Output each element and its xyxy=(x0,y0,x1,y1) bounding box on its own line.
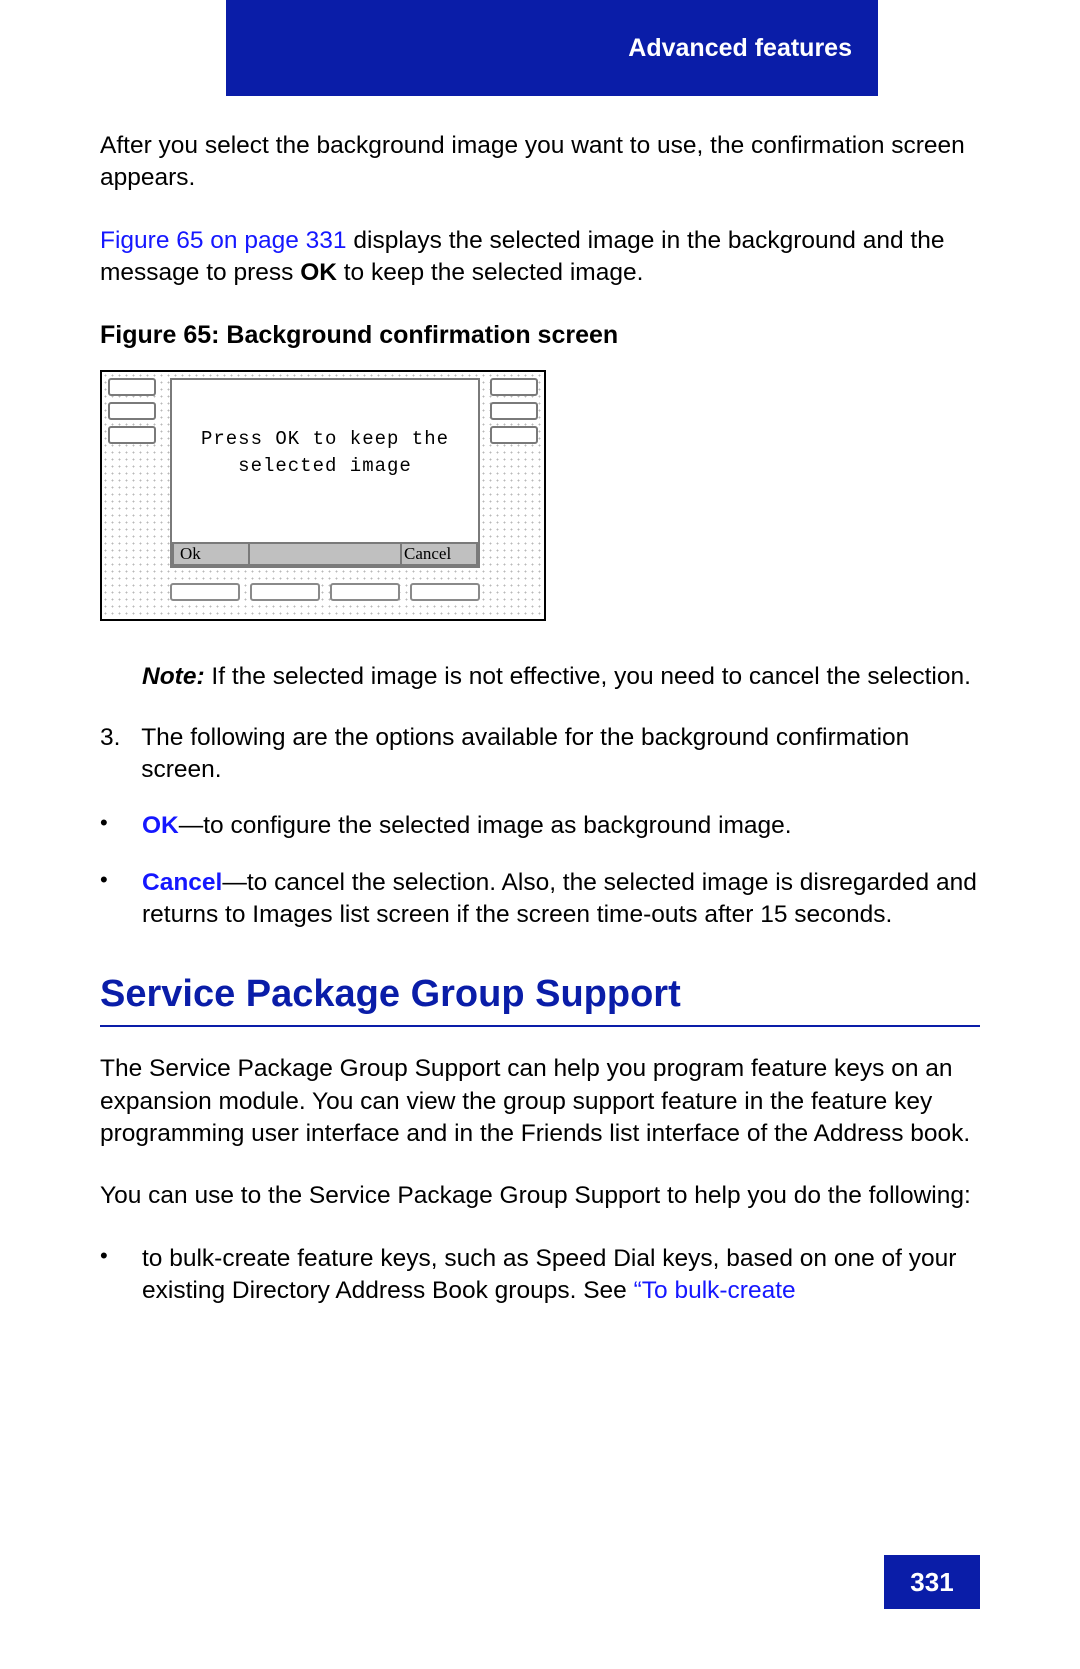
phone-softlabel-bar xyxy=(250,542,400,566)
phone-screen-figure: Press OK to keep the selected image Ok C… xyxy=(100,370,546,621)
sidekey xyxy=(108,426,156,444)
note-text: If the selected image is not effective, … xyxy=(205,663,971,690)
sidekey xyxy=(108,378,156,396)
figure-caption: Figure 65: Background confirmation scree… xyxy=(100,319,980,352)
bullet-icon: • xyxy=(100,810,142,842)
section-bullet-1: • to bulk-create feature keys, such as S… xyxy=(100,1243,980,1308)
section-paragraph-1: The Service Package Group Support can he… xyxy=(100,1053,980,1150)
sidekey xyxy=(108,402,156,420)
page-content: After you select the background image yo… xyxy=(100,130,980,1331)
section-heading: Service Package Group Support xyxy=(100,969,980,1019)
step-number: 3. xyxy=(100,722,141,787)
page-number: 331 xyxy=(910,1567,953,1598)
step-text: The following are the options available … xyxy=(141,722,980,787)
option-ok-text: —to configure the selected image as back… xyxy=(179,812,792,839)
softkey xyxy=(250,583,320,601)
left-sidekeys xyxy=(108,378,156,444)
option-ok: • OK—to configure the selected image as … xyxy=(100,810,980,842)
note-label: Note: xyxy=(142,663,205,690)
step-3: 3. The following are the options availab… xyxy=(100,722,980,787)
phone-cancel-softlabel: Cancel xyxy=(400,542,478,566)
ok-inline-bold: OK xyxy=(300,259,337,286)
note-block: Note: If the selected image is not effec… xyxy=(142,661,980,693)
cancel-label-text: Cancel xyxy=(404,543,451,565)
softkey xyxy=(410,583,480,601)
intro-paragraph-2: Figure 65 on page 331 displays the selec… xyxy=(100,225,980,290)
figure-cross-reference-link[interactable]: Figure 65 on page 331 xyxy=(100,227,347,254)
section-bullet1-text: to bulk-create feature keys, such as Spe… xyxy=(142,1245,956,1304)
softkey xyxy=(170,583,240,601)
header-title: Advanced features xyxy=(628,34,852,63)
option-ok-label: OK xyxy=(142,812,179,839)
sidekey xyxy=(490,426,538,444)
option-cancel-text: —to cancel the selection. Also, the sele… xyxy=(142,869,977,928)
intro-p2b: to keep the selected image. xyxy=(337,259,643,286)
section-paragraph-2: You can use to the Service Package Group… xyxy=(100,1180,980,1212)
phone-ok-softlabel: Ok xyxy=(172,542,250,566)
section-rule xyxy=(100,1025,980,1027)
phone-message-line2: selected image xyxy=(172,453,478,480)
bulk-create-cross-reference-link[interactable]: “To bulk-create xyxy=(634,1277,796,1304)
ok-label-text: Ok xyxy=(180,543,201,565)
page-number-badge: 331 xyxy=(884,1555,980,1609)
phone-main-area: Press OK to keep the selected image Ok C… xyxy=(170,378,480,568)
softkey xyxy=(330,583,400,601)
page-header: Advanced features xyxy=(226,0,878,96)
option-cancel: • Cancel—to cancel the selection. Also, … xyxy=(100,867,980,932)
sidekey xyxy=(490,402,538,420)
intro-paragraph-1: After you select the background image yo… xyxy=(100,130,980,195)
bullet-icon: • xyxy=(100,867,142,932)
phone-message-line1: Press OK to keep the xyxy=(172,426,478,453)
phone-message: Press OK to keep the selected image xyxy=(172,426,478,479)
softkey-row xyxy=(170,583,480,601)
bullet-icon: • xyxy=(100,1243,142,1308)
right-sidekeys xyxy=(490,378,538,444)
sidekey xyxy=(490,378,538,396)
option-cancel-label: Cancel xyxy=(142,869,222,896)
